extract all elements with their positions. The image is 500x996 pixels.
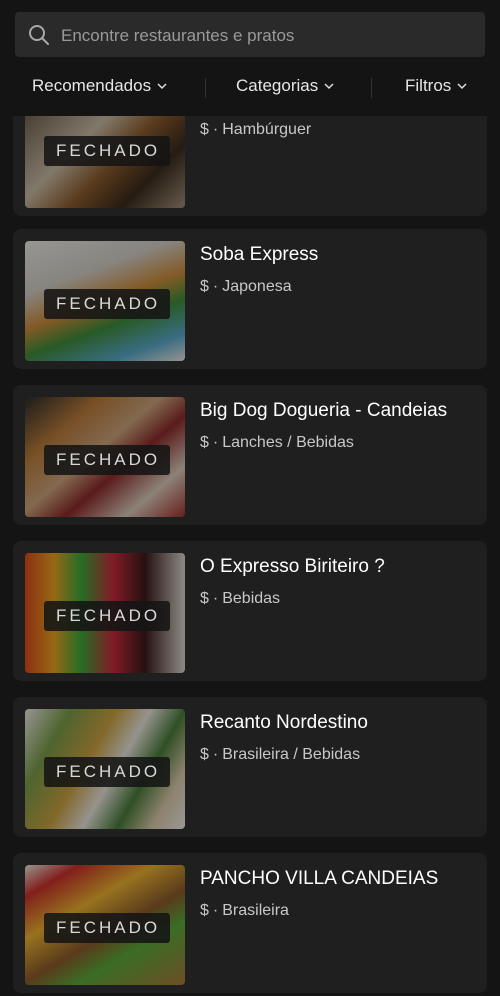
status-badge: FECHADO (44, 913, 171, 943)
search-input[interactable] (59, 12, 463, 59)
divider (205, 78, 206, 98)
categories-dropdown[interactable]: Categorias (236, 76, 334, 96)
drinks-photo: FECHADO (25, 553, 185, 673)
soba-photo: FECHADO (25, 241, 185, 361)
restaurant-card[interactable]: FECHADO Big Dog Dogueria - Candeias $ · La… (13, 385, 487, 525)
restaurant-meta: $ · Bebidas (200, 590, 281, 607)
restaurant-name: Big Dog Dogueria - Candeias (200, 400, 448, 421)
tacos-photo: FECHADO (25, 865, 185, 985)
restaurant-name: O Expresso Biriteiro ? (200, 556, 385, 577)
search-bar[interactable] (15, 12, 485, 59)
chevron-down-icon (157, 83, 167, 90)
restaurant-meta: $ · Brasileira (200, 902, 289, 919)
filter-bar: Recomendados Categorias Filtros (0, 72, 500, 104)
restaurant-card[interactable]: FECHADO O Expresso Biriteiro ? $ · Bebidas (13, 541, 487, 681)
restaurant-meta: $ · Lanches / Bebidas (200, 434, 354, 451)
restaurant-name: Recanto Nordestino (200, 712, 368, 733)
restaurant-meta: $ · Japonesa (200, 278, 292, 295)
recommended-dropdown[interactable]: Recomendados (32, 76, 167, 96)
northeast-food-photo: FECHADO (25, 709, 185, 829)
hotdog-photo: FECHADO (25, 397, 185, 517)
status-badge: FECHADO (44, 601, 171, 631)
burger-photo: FECHADO (25, 108, 185, 208)
restaurant-meta: $ · Hambúrguer (200, 121, 312, 138)
restaurant-card[interactable]: FECHADO Soba Express $ · Japonesa (13, 229, 487, 369)
chevron-down-icon (457, 83, 467, 90)
restaurant-meta: $ · Brasileira / Bebidas (200, 746, 361, 763)
status-badge: FECHADO (44, 136, 171, 166)
divider (371, 78, 372, 98)
status-badge: FECHADO (44, 757, 171, 787)
status-badge: FECHADO (44, 445, 171, 475)
restaurant-name: PANCHO VILLA CANDEIAS (200, 868, 439, 889)
search-icon (28, 24, 50, 51)
restaurant-card[interactable]: FECHADO PANCHO VILLA CANDEIAS $ · Brasilei… (13, 853, 487, 993)
restaurant-name: Soba Express (200, 244, 319, 265)
filters-dropdown[interactable]: Filtros (405, 76, 467, 96)
restaurant-card[interactable]: FECHADO Recanto Nordestino $ · Brasileira … (13, 697, 487, 837)
chevron-down-icon (324, 83, 334, 90)
top-bar: Recomendados Categorias Filtros (0, 0, 500, 116)
status-badge: FECHADO (44, 289, 171, 319)
